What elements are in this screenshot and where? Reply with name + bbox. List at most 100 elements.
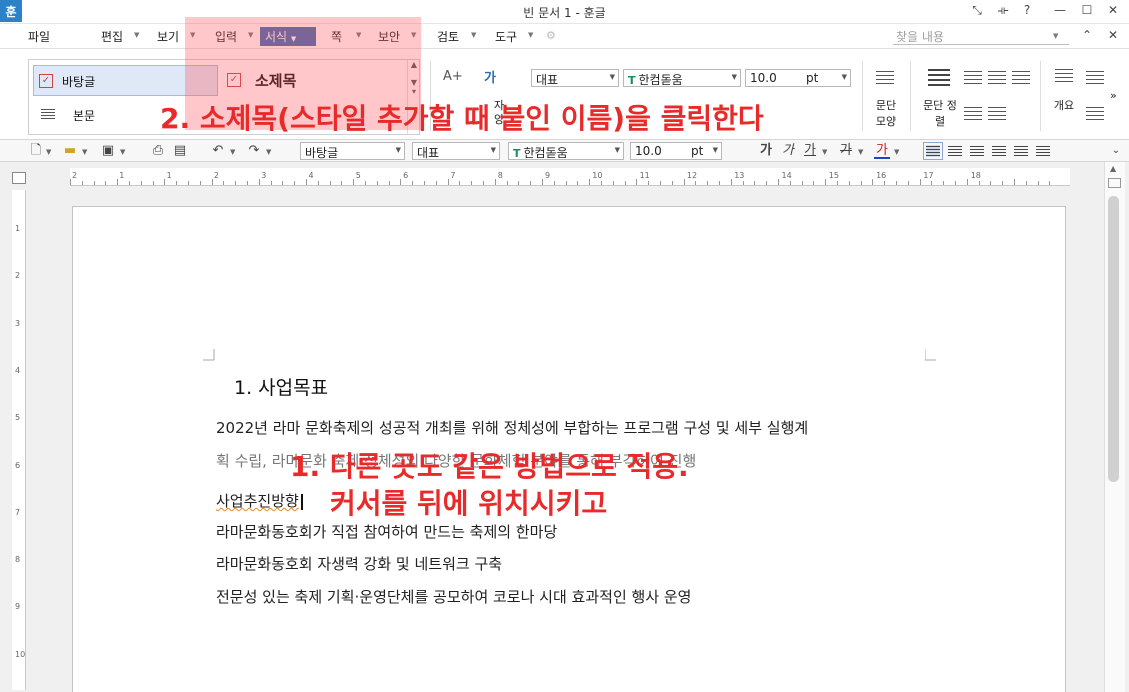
- chevron-down-icon[interactable]: ▼: [1053, 32, 1058, 40]
- tab-type-selector[interactable]: [12, 172, 26, 184]
- doc-paragraph[interactable]: 2022년 라마 문화축제의 성공적 개최를 위해 정체성에 부합하는 프로그램…: [216, 417, 808, 438]
- collapse-ribbon-icon[interactable]: ⌃: [1078, 28, 1096, 42]
- horizontal-ruler[interactable]: 2 1 1 2 3 4 5 6 7 8 9 10 11 12 13 14 15 16 17 18: [70, 168, 1070, 186]
- outline-icon[interactable]: [1055, 69, 1073, 83]
- ruler-tick: [306, 179, 307, 185]
- align-left-button[interactable]: [946, 143, 964, 159]
- ruler-tick: [105, 181, 107, 185]
- numbered-list-icon[interactable]: [1086, 107, 1104, 121]
- chevron-down-icon[interactable]: ▼: [120, 148, 125, 156]
- font-color-button[interactable]: 가: [874, 143, 890, 159]
- align-divide-button[interactable]: [1034, 143, 1052, 159]
- indent-increase-icon[interactable]: [988, 71, 1006, 85]
- toolbar-size-input[interactable]: 10.0 pt ▼: [630, 142, 722, 160]
- indent-decrease-icon[interactable]: [1012, 71, 1030, 85]
- ruler-tick: [719, 181, 720, 185]
- size-value: 10.0: [750, 71, 777, 85]
- add-style-icon[interactable]: A+: [443, 69, 463, 84]
- redo-icon[interactable]: ↷: [246, 143, 262, 159]
- ruler-tick: [353, 179, 355, 185]
- toolbar-style-select[interactable]: 바탕글 ▼: [300, 142, 405, 160]
- save-icon[interactable]: ▣: [100, 143, 116, 159]
- find-input[interactable]: 찾을 내용: [893, 27, 1069, 45]
- outline-label[interactable]: 개요: [1048, 97, 1080, 113]
- chevron-down-icon[interactable]: ▼: [266, 148, 271, 156]
- menu-tools[interactable]: 도구: [490, 27, 522, 46]
- ruler-tick: [483, 181, 484, 185]
- addon-icon[interactable]: ⚙: [546, 29, 556, 42]
- toolbar-lang-select[interactable]: 대표 ▼: [412, 142, 500, 160]
- chevron-down-icon[interactable]: ▼: [822, 148, 827, 156]
- hangul-app-icon[interactable]: 훈: [0, 0, 22, 22]
- line-spacing-icon[interactable]: [964, 107, 982, 121]
- chevron-down-icon[interactable]: ▼: [894, 148, 899, 156]
- chevron-down-icon[interactable]: ▼: [230, 148, 235, 156]
- bullet-list-icon[interactable]: [1086, 71, 1104, 85]
- ruler-number: 6: [403, 171, 409, 180]
- print-icon[interactable]: ⎙: [150, 143, 166, 159]
- chevron-down-icon[interactable]: ▼: [82, 148, 87, 156]
- doc-paragraph[interactable]: 라마문화동호회 자생력 강화 및 네트워크 구축: [216, 553, 502, 574]
- strike-button[interactable]: 가: [838, 143, 854, 159]
- doc-paragraph[interactable]: 라마문화동호회가 직접 참여하여 만드는 축제의 한마당: [216, 521, 557, 542]
- close-icon[interactable]: ✕: [1104, 3, 1122, 17]
- align-center-button[interactable]: [968, 143, 986, 159]
- doc-heading[interactable]: 1. 사업목표: [234, 373, 328, 400]
- ruler-tick: [164, 179, 166, 185]
- char-shape-icon[interactable]: 가: [484, 67, 496, 86]
- doc-paragraph[interactable]: 전문성 있는 축제 기획·운영단체를 공모하여 코로나 시대 효과적인 행사 운…: [216, 586, 691, 607]
- menu-file[interactable]: 파일: [23, 27, 55, 46]
- style-check-icon: ✓: [39, 74, 53, 88]
- ruler-tick: [152, 181, 154, 185]
- indent-icon[interactable]: [964, 71, 982, 85]
- chevron-down-icon[interactable]: ▼: [471, 31, 476, 39]
- font-select[interactable]: T 한컴돋움 ▼: [623, 69, 741, 87]
- ruler-tick: [825, 179, 827, 185]
- scroll-up-icon[interactable]: ▲: [1110, 164, 1116, 173]
- split-handle[interactable]: [1108, 178, 1121, 188]
- para-align-icon[interactable]: [928, 69, 950, 87]
- vertical-ruler[interactable]: 123456789101: [12, 190, 26, 690]
- doc-paragraph-cursor[interactable]: 사업추진방향: [216, 490, 303, 511]
- chevron-down-icon[interactable]: ▼: [858, 148, 863, 156]
- close-doc-icon[interactable]: ✕: [1104, 28, 1122, 42]
- align-distribute-button[interactable]: [1012, 143, 1030, 159]
- undo-icon[interactable]: ↶: [210, 143, 226, 159]
- toolbar-more-icon[interactable]: ⌄: [1108, 143, 1124, 159]
- para-shape-label[interactable]: 문단 모양: [870, 97, 902, 129]
- new-document-icon[interactable]: 🗋: [28, 143, 44, 159]
- ruler-tick: [117, 179, 119, 185]
- scrollbar-thumb[interactable]: [1108, 196, 1119, 482]
- para-shape-icon[interactable]: [876, 71, 894, 85]
- align-justify-button[interactable]: [923, 142, 943, 160]
- split-icon[interactable]: ⟛: [994, 3, 1012, 18]
- chevron-down-icon[interactable]: ▼: [134, 31, 139, 39]
- underline-button[interactable]: 가: [802, 143, 818, 159]
- align-right-button[interactable]: [990, 143, 1008, 159]
- ruler-tick: [896, 181, 897, 185]
- toolbar-font-select[interactable]: T 한컴돋움 ▼: [508, 142, 624, 160]
- ruler-tick: [624, 181, 626, 185]
- italic-button[interactable]: 가: [780, 143, 796, 159]
- lang-select[interactable]: 대표 ▼: [531, 69, 619, 87]
- para-align-label[interactable]: 문단 정렬: [920, 97, 960, 129]
- bold-button[interactable]: 가: [758, 143, 774, 159]
- preview-icon[interactable]: ▤: [172, 143, 188, 159]
- chevron-down-icon[interactable]: ▼: [528, 31, 533, 39]
- size-input[interactable]: 10.0 pt ▼: [745, 69, 851, 87]
- separator: [910, 61, 911, 131]
- toolbar-lang-value: 대표: [417, 146, 440, 160]
- chevron-down-icon[interactable]: ▼: [46, 148, 51, 156]
- ribbon-more-icon[interactable]: »: [1110, 89, 1117, 102]
- ruler-tick: [778, 179, 779, 185]
- menu-review[interactable]: 검토: [432, 27, 464, 46]
- outdent-icon[interactable]: [988, 107, 1006, 121]
- maximize-icon[interactable]: ☐: [1078, 3, 1096, 17]
- chevron-down-icon: ▼: [490, 146, 496, 154]
- menu-view[interactable]: 보기: [152, 27, 184, 46]
- minimize-icon[interactable]: —: [1051, 3, 1069, 17]
- restore-icon[interactable]: ⤡: [968, 3, 986, 18]
- open-folder-icon[interactable]: ▬: [62, 143, 78, 159]
- menu-edit[interactable]: 편집: [96, 27, 128, 46]
- help-icon[interactable]: ?: [1018, 3, 1036, 17]
